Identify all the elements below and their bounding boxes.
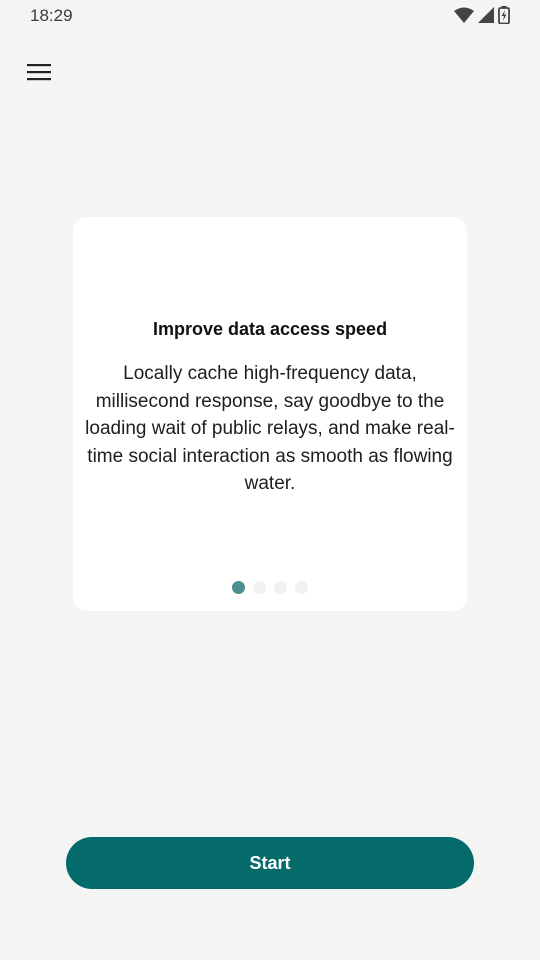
status-bar: 18:29	[0, 0, 540, 32]
status-icons	[454, 6, 510, 29]
signal-icon	[478, 7, 494, 28]
page-indicator	[73, 581, 467, 594]
menu-button[interactable]	[22, 58, 56, 90]
wifi-icon	[454, 7, 474, 28]
onboarding-card[interactable]: Improve data access speed Locally cache …	[73, 217, 467, 611]
onboarding-title: Improve data access speed	[152, 319, 388, 339]
battery-icon	[498, 6, 510, 29]
onboarding-description: Locally cache high-frequency data, milli…	[85, 363, 455, 494]
page-dot-3[interactable]	[274, 581, 287, 594]
page-dot-1[interactable]	[232, 581, 245, 594]
start-button[interactable]: Start	[66, 837, 474, 889]
page-dot-2[interactable]	[253, 581, 266, 594]
hamburger-menu-icon	[27, 63, 51, 86]
status-time: 18:29	[30, 6, 73, 25]
page-dot-4[interactable]	[295, 581, 308, 594]
